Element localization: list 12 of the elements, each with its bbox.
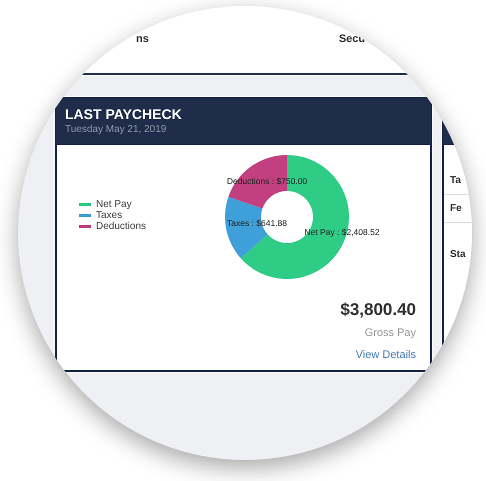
row-label: Fe <box>444 195 472 223</box>
card-date: Tuesday May 21, 2019 <box>65 123 168 136</box>
row-label: Ta <box>444 167 472 195</box>
legend-label: Net Pay <box>96 199 132 210</box>
legend-label: Taxes <box>96 210 122 221</box>
gross-pay-amount: $3,800.40 <box>340 299 416 321</box>
view-details-link[interactable]: View Details <box>356 347 416 364</box>
legend-label: Deductions <box>96 221 146 232</box>
gross-pay-label: Gross Pay <box>364 326 416 340</box>
section-label: ns <box>136 32 149 46</box>
row-label: Sta <box>449 248 467 262</box>
card-title: LAST PAYCHECK <box>65 106 183 123</box>
